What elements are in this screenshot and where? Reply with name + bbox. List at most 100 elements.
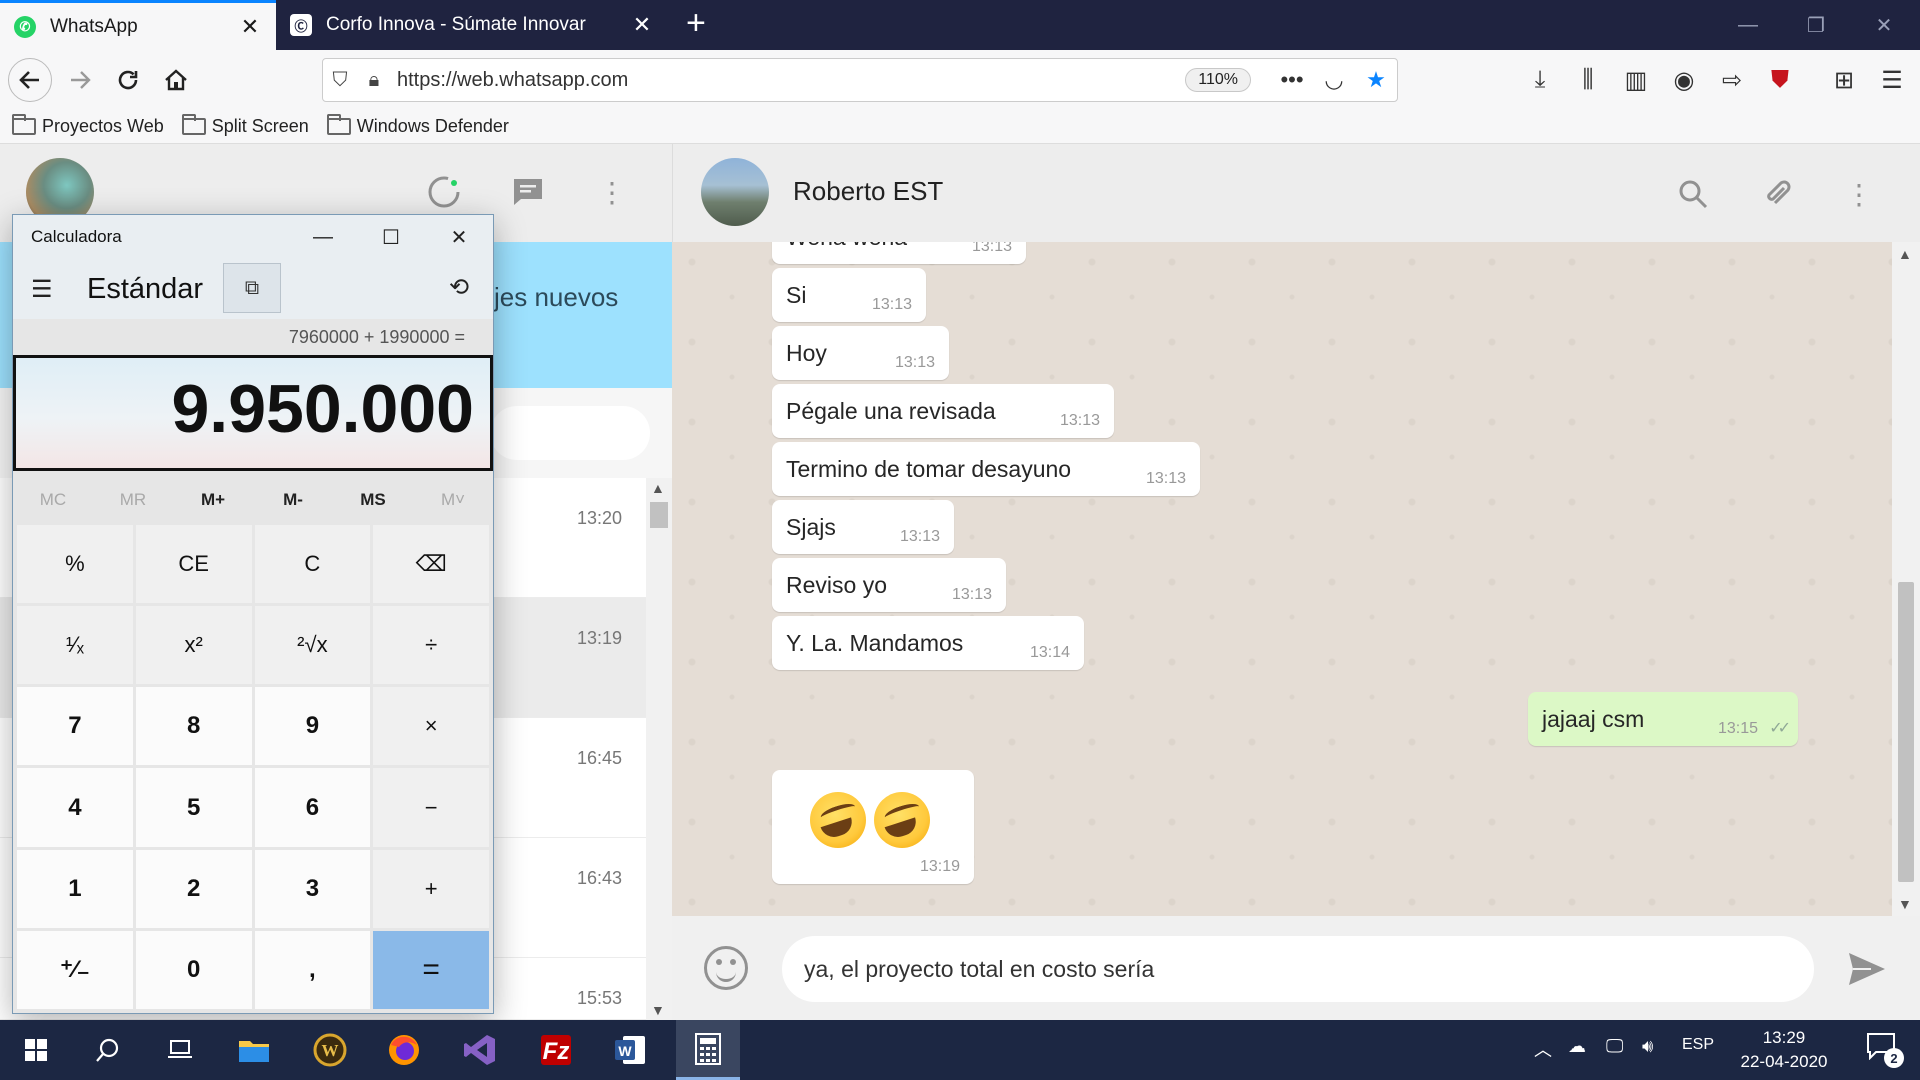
- digit-9-key[interactable]: 9: [254, 687, 371, 766]
- scroll-down-icon[interactable]: ▼: [1898, 896, 1912, 912]
- memory-subtract-button[interactable]: M-: [253, 477, 333, 523]
- scrollbar-thumb[interactable]: [650, 502, 668, 528]
- maximize-button[interactable]: ☐: [357, 215, 425, 259]
- message-bubble-incoming[interactable]: Pégale una revisada 13:13: [772, 384, 1114, 438]
- menu-hamburger-icon[interactable]: ☰: [1872, 62, 1912, 98]
- close-tab-icon[interactable]: ✕: [630, 12, 654, 38]
- ublock-origin-icon[interactable]: ⛊: [1760, 62, 1800, 98]
- digit-5-key[interactable]: 5: [135, 768, 252, 847]
- memory-recall-button[interactable]: MR: [93, 477, 173, 523]
- calculator-titlebar[interactable]: Calculadora — ☐ ✕: [13, 215, 493, 259]
- message-bubble-incoming[interactable]: Termino de tomar desayuno 13:13: [772, 442, 1200, 496]
- forward-button[interactable]: [58, 58, 102, 102]
- volume-icon[interactable]: 🔊︎: [1642, 1036, 1653, 1057]
- message-bubble-incoming[interactable]: Reviso yo 13:13: [772, 558, 1006, 612]
- tab-corfo[interactable]: Ⓒ Corfo Innova - Súmate Innovar ✕: [276, 0, 668, 50]
- network-icon[interactable]: 🖵︎: [1606, 1036, 1623, 1057]
- search-input[interactable]: [490, 406, 650, 460]
- onedrive-icon[interactable]: ☁: [1568, 1036, 1586, 1057]
- chat-list-scrollbar[interactable]: ▲ ▼: [646, 478, 672, 1020]
- tab-whatsapp[interactable]: ✆ WhatsApp ✕: [0, 0, 276, 50]
- firefox-icon[interactable]: [372, 1020, 436, 1080]
- divide-key[interactable]: ÷: [373, 606, 489, 685]
- digit-7-key[interactable]: 7: [17, 687, 133, 766]
- keep-on-top-icon[interactable]: ⧉: [223, 263, 281, 313]
- status-icon[interactable]: [424, 172, 464, 212]
- extensions-icon[interactable]: ⊞: [1824, 62, 1864, 98]
- digit-2-key[interactable]: 2: [135, 849, 252, 928]
- new-chat-icon[interactable]: [508, 172, 548, 212]
- message-bubble-outgoing[interactable]: jajaaj csm 13:15 ✓✓: [1528, 692, 1798, 746]
- new-tab-button[interactable]: +: [686, 4, 706, 43]
- filezilla-icon[interactable]: Fz: [524, 1020, 588, 1080]
- backspace-key[interactable]: ⌫: [373, 525, 489, 604]
- multiply-key[interactable]: ×: [373, 687, 489, 766]
- page-actions-icon[interactable]: •••: [1271, 67, 1313, 93]
- message-bubble-incoming[interactable]: Y. La. Mandamos 13:14: [772, 616, 1084, 670]
- message-bubble-incoming[interactable]: 13:19: [772, 770, 974, 884]
- scroll-down-icon[interactable]: ▼: [651, 1002, 665, 1018]
- decimal-key[interactable]: ,: [254, 930, 371, 1009]
- file-explorer-icon[interactable]: [222, 1020, 286, 1080]
- clear-entry-key[interactable]: CE: [135, 525, 252, 604]
- start-icon[interactable]: [4, 1020, 68, 1080]
- downloads-icon[interactable]: ⤓: [1520, 62, 1560, 98]
- pocket-icon[interactable]: ◡: [1313, 67, 1355, 93]
- library-icon[interactable]: ⫼: [1568, 62, 1608, 98]
- reciprocal-key[interactable]: ¹⁄ₓ: [17, 606, 133, 685]
- sqrt-key[interactable]: ²√x: [254, 606, 371, 685]
- close-tab-icon[interactable]: ✕: [238, 14, 262, 40]
- search-icon[interactable]: [76, 1020, 140, 1080]
- memory-clear-button[interactable]: MC: [13, 477, 93, 523]
- equals-key[interactable]: =: [373, 930, 489, 1009]
- close-window-button[interactable]: ✕: [1850, 0, 1918, 50]
- scroll-up-icon[interactable]: ▲: [1898, 246, 1912, 262]
- menu-kebab-icon[interactable]: ⋮: [592, 172, 632, 212]
- language-indicator[interactable]: ESP: [1682, 1036, 1714, 1054]
- task-view-icon[interactable]: [148, 1020, 212, 1080]
- add-key[interactable]: +: [373, 849, 489, 928]
- subtract-key[interactable]: −: [373, 768, 489, 847]
- message-bubble-incoming[interactable]: Hoy 13:13: [772, 326, 949, 380]
- bookmark-folder[interactable]: Windows Defender: [326, 114, 509, 137]
- scroll-up-icon[interactable]: ▲: [651, 480, 665, 496]
- message-bubble-incoming[interactable]: Wena wena 13:13: [772, 242, 1026, 264]
- account-icon[interactable]: ◉: [1664, 62, 1704, 98]
- send-button[interactable]: [1844, 946, 1890, 992]
- clear-key[interactable]: C: [254, 525, 371, 604]
- digit-0-key[interactable]: 0: [135, 930, 252, 1009]
- zoom-level-badge[interactable]: 110%: [1185, 68, 1251, 92]
- visual-studio-icon[interactable]: [448, 1020, 512, 1080]
- digit-1-key[interactable]: 1: [17, 849, 133, 928]
- message-input[interactable]: ya, el proyecto total en costo sería: [782, 936, 1814, 1002]
- url-text[interactable]: https://web.whatsapp.com: [397, 69, 1185, 92]
- bookmark-folder[interactable]: Split Screen: [181, 114, 309, 137]
- word-icon[interactable]: W: [598, 1020, 662, 1080]
- world-of-warcraft-icon[interactable]: W: [298, 1020, 362, 1080]
- hamburger-menu-icon[interactable]: ☰: [31, 275, 53, 304]
- send-tab-icon[interactable]: ⇨: [1712, 62, 1752, 98]
- action-center-icon[interactable]: 2: [1866, 1032, 1906, 1068]
- digit-8-key[interactable]: 8: [135, 687, 252, 766]
- emoji-picker-icon[interactable]: [704, 946, 748, 990]
- memory-list-button[interactable]: M˅: [413, 477, 493, 523]
- show-hidden-icons-icon[interactable]: ︿: [1534, 1036, 1552, 1062]
- restore-window-button[interactable]: ❐: [1782, 0, 1850, 50]
- message-scrollbar[interactable]: ▲ ▼: [1892, 242, 1920, 916]
- memory-add-button[interactable]: M+: [173, 477, 253, 523]
- menu-kebab-icon[interactable]: ⋮: [1839, 174, 1879, 214]
- attach-icon[interactable]: [1757, 174, 1797, 214]
- tracking-protection-icon[interactable]: ⛉: [323, 69, 357, 92]
- close-button[interactable]: ✕: [425, 215, 493, 259]
- reload-button[interactable]: [106, 58, 150, 102]
- minimize-button[interactable]: —: [289, 215, 357, 259]
- message-bubble-incoming[interactable]: Si 13:13: [772, 268, 926, 322]
- contact-avatar[interactable]: [701, 158, 769, 226]
- contact-name[interactable]: Roberto EST: [793, 176, 943, 207]
- home-button[interactable]: [154, 58, 198, 102]
- url-bar[interactable]: ⛉ 🔒︎ https://web.whatsapp.com 110% ••• ◡…: [322, 58, 1398, 102]
- minimize-window-button[interactable]: —: [1714, 0, 1782, 50]
- digit-6-key[interactable]: 6: [254, 768, 371, 847]
- digit-4-key[interactable]: 4: [17, 768, 133, 847]
- square-key[interactable]: x²: [135, 606, 252, 685]
